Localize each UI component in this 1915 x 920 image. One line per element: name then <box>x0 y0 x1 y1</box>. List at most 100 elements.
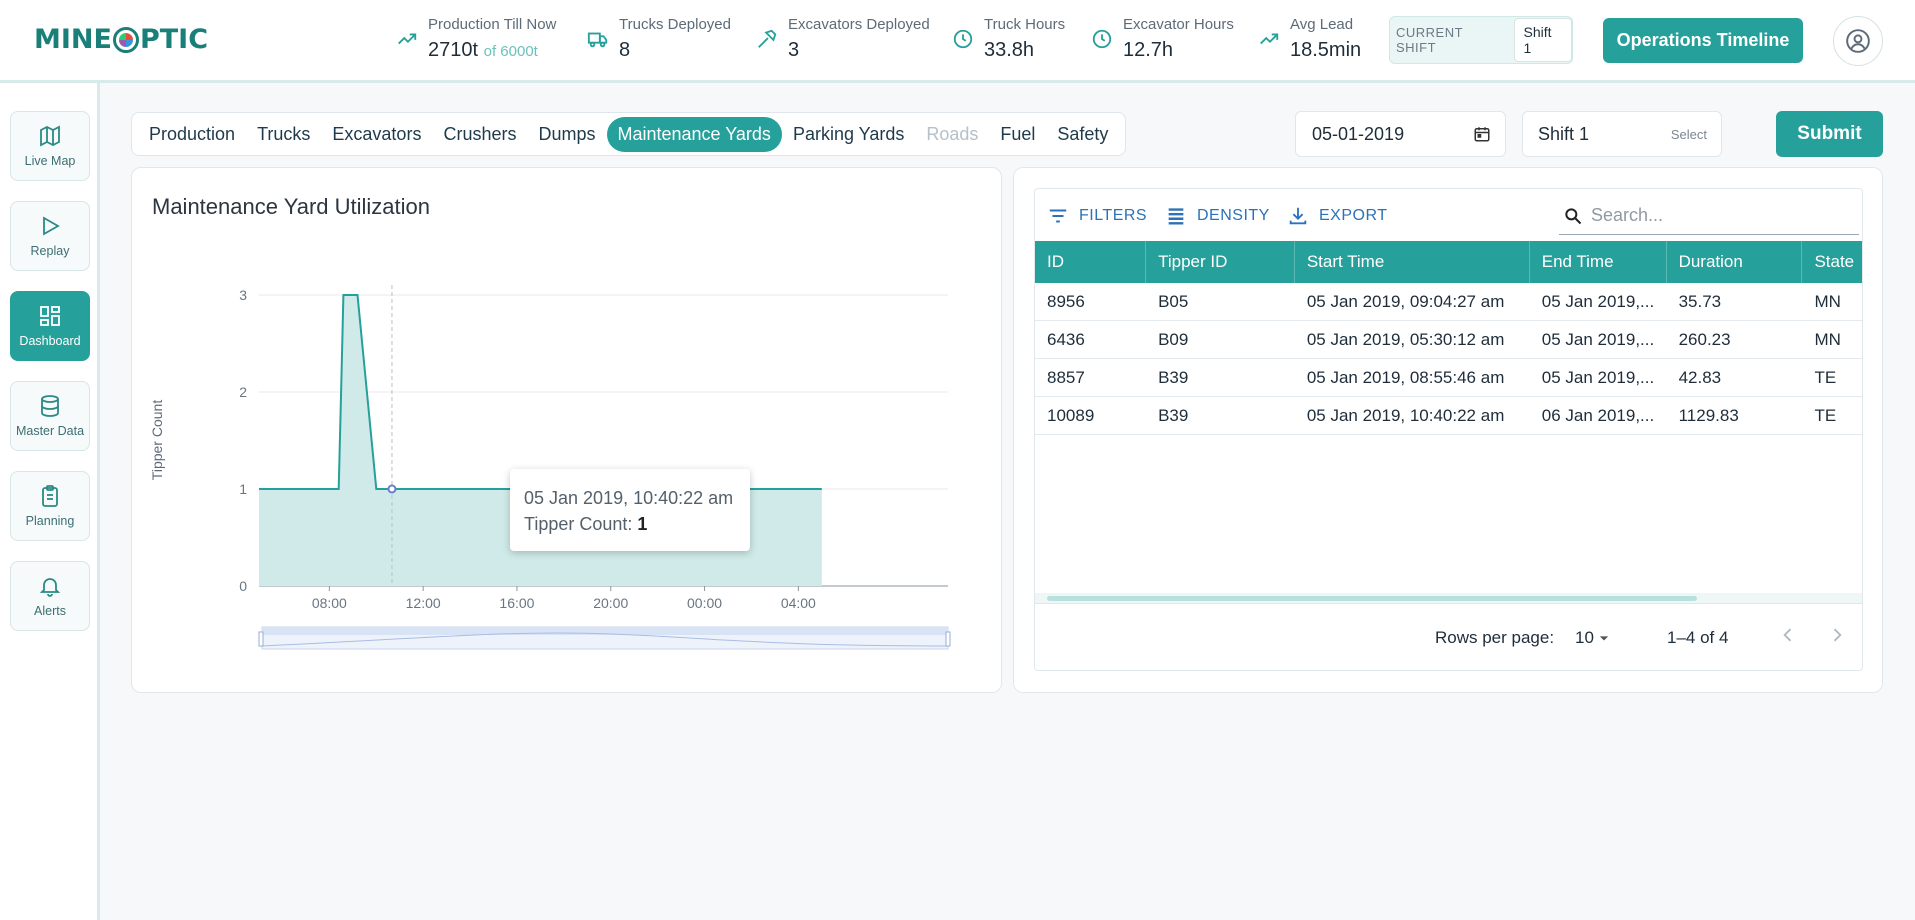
table-header: ID Tipper ID Start Time End Time Duratio… <box>1035 241 1862 283</box>
column-header-tipper-id[interactable]: Tipper ID <box>1146 241 1295 283</box>
stat-value: 18.5min <box>1290 39 1362 61</box>
sidebar-item-label: Master Data <box>15 424 85 438</box>
tooltip-value: 1 <box>637 514 648 534</box>
table-row[interactable]: 8956 B05 05 Jan 2019, 09:04:27 am 05 Jan… <box>1035 283 1862 321</box>
bell-icon <box>39 578 61 597</box>
column-header-state[interactable]: State <box>1802 241 1862 283</box>
column-header-end-time[interactable]: End Time <box>1530 241 1667 283</box>
submit-button[interactable]: Submit <box>1776 111 1883 157</box>
chevron-left-icon <box>1783 628 1792 641</box>
x-tick-label: 08:00 <box>312 595 347 611</box>
sidebar-item-label: Alerts <box>34 604 66 618</box>
user-account-button[interactable] <box>1833 16 1883 66</box>
sidebar-item-dashboard[interactable]: Dashboard <box>10 291 90 361</box>
sidebar: Live Map Replay Dashboard Master Data Pl… <box>0 83 100 920</box>
tab-dumps[interactable]: Dumps <box>527 117 606 152</box>
shift-select[interactable]: Shift 1 Select <box>1522 111 1722 157</box>
column-header-start-time[interactable]: Start Time <box>1295 241 1530 283</box>
cell-tipper-id: B39 <box>1158 368 1189 387</box>
cell-tipper-id: B05 <box>1158 292 1189 311</box>
next-page-button[interactable] <box>1827 625 1847 651</box>
pagination-range: 1–4 of 4 <box>1667 627 1729 647</box>
rows-per-page-value: 10 <box>1575 627 1594 647</box>
tab-maintenance-yards[interactable]: Maintenance Yards <box>606 116 782 152</box>
sidebar-item-label: Live Map <box>24 154 76 168</box>
density-button[interactable]: DENSITY <box>1165 205 1270 227</box>
stat-label: Excavator Hours <box>1123 16 1234 33</box>
table-body: 8956 B05 05 Jan 2019, 09:04:27 am 05 Jan… <box>1035 283 1862 435</box>
y-tick-label: 1 <box>239 481 247 497</box>
tooltip-time: 05 Jan 2019, 10:40:22 am <box>524 488 734 508</box>
zoom-handle-right <box>945 631 951 647</box>
calendar-icon[interactable] <box>1473 125 1491 143</box>
export-button[interactable]: EXPORT <box>1287 205 1388 227</box>
cell-state: MN <box>1814 292 1841 311</box>
tab-parking-yards[interactable]: Parking Yards <box>782 117 915 152</box>
stat-truck-hours: Truck Hours 33.8h <box>952 16 1065 64</box>
scrollbar-thumb[interactable] <box>1047 596 1697 601</box>
previous-page-button[interactable] <box>1778 625 1798 651</box>
grid-search <box>1559 197 1859 235</box>
sidebar-item-planning[interactable]: Planning <box>10 471 90 541</box>
table-row[interactable]: 10089 B39 05 Jan 2019, 10:40:22 am 06 Ja… <box>1035 397 1862 435</box>
current-shift-value: Shift 1 <box>1513 18 1572 62</box>
filters-button[interactable]: FILTERS <box>1047 205 1147 227</box>
stat-value: 8 <box>619 39 631 61</box>
cell-duration: 1129.83 <box>1678 406 1739 425</box>
user-circle-icon <box>1846 29 1870 53</box>
top-header: MINE PTIC Production Till Now 2710t of 60… <box>0 0 1915 83</box>
current-shift-chip: CURRENT SHIFT Shift 1 <box>1389 16 1573 64</box>
table-row[interactable]: 8857 B39 05 Jan 2019, 08:55:46 am 05 Jan… <box>1035 359 1862 397</box>
sidebar-item-live-map[interactable]: Live Map <box>10 111 90 181</box>
column-header-id[interactable]: ID <box>1035 241 1147 283</box>
dashboard-icon <box>40 306 60 326</box>
tab-fuel[interactable]: Fuel <box>989 117 1046 152</box>
clock-icon <box>1091 28 1113 50</box>
shift-select-value: Shift 1 <box>1538 123 1590 144</box>
stat-value: 12.7h <box>1123 39 1174 61</box>
cell-state: TE <box>1814 406 1837 425</box>
column-header-duration[interactable]: Duration <box>1667 241 1803 283</box>
cell-start-time: 05 Jan 2019, 10:40:22 am <box>1306 406 1505 425</box>
logo-text-left: MINE <box>34 24 112 55</box>
sidebar-item-master-data[interactable]: Master Data <box>10 381 90 451</box>
search-input[interactable] <box>1591 205 1841 226</box>
tab-trucks[interactable]: Trucks <box>246 117 321 152</box>
stat-value: 2710t <box>428 39 479 61</box>
zoom-handle-left <box>258 631 264 647</box>
database-icon <box>41 395 59 417</box>
table-row[interactable]: 6436 B09 05 Jan 2019, 05:30:12 am 05 Jan… <box>1035 321 1862 359</box>
zoom-slider[interactable] <box>258 626 951 650</box>
utilization-chart-card: Maintenance Yard Utilization 0 1 2 3 08:00 12… <box>131 167 1002 693</box>
utilization-chart[interactable]: 0 1 2 3 08:00 12:00 16:00 20:00 00:00 04:00 Tippe… <box>132 168 1003 694</box>
grid-toolbar: FILTERS DENSITY EXPORT <box>1035 189 1862 241</box>
mineoptic-logo[interactable]: MINE PTIC <box>34 24 208 55</box>
sidebar-item-alerts[interactable]: Alerts <box>10 561 90 631</box>
cell-state: MN <box>1814 330 1841 349</box>
x-tick-label: 04:00 <box>781 595 816 611</box>
horizontal-scrollbar[interactable] <box>1035 593 1862 603</box>
maintenance-table-card: FILTERS DENSITY EXPORT ID Tipper ID Star… <box>1013 167 1883 693</box>
stat-avg-lead: Avg Lead 18.5min <box>1258 16 1361 64</box>
stat-value: 33.8h <box>984 39 1035 61</box>
tab-production[interactable]: Production <box>138 117 246 152</box>
stat-value: 3 <box>788 39 800 61</box>
rows-per-page-select[interactable]: 10 <box>1575 628 1614 648</box>
operations-timeline-button[interactable]: Operations Timeline <box>1603 18 1803 63</box>
shift-select-hint: Select <box>1670 126 1707 142</box>
tab-excavators[interactable]: Excavators <box>321 117 432 152</box>
chart-tooltip: 05 Jan 2019, 10:40:22 am Tipper Count: 1 <box>510 469 750 551</box>
date-picker-field[interactable]: 05-01-2019 <box>1295 111 1506 157</box>
hammer-icon <box>756 28 778 50</box>
play-icon <box>43 216 60 236</box>
cell-id: 10089 <box>1047 406 1095 425</box>
cell-duration: 35.73 <box>1678 292 1722 311</box>
tab-crushers[interactable]: Crushers <box>432 117 527 152</box>
export-label: EXPORT <box>1319 207 1388 224</box>
sidebar-item-replay[interactable]: Replay <box>10 201 90 271</box>
stat-label: Trucks Deployed <box>619 16 731 33</box>
density-icon <box>1168 208 1184 225</box>
tab-safety[interactable]: Safety <box>1046 117 1119 152</box>
x-tick-label: 20:00 <box>593 595 628 611</box>
x-tick-label: 00:00 <box>687 595 722 611</box>
